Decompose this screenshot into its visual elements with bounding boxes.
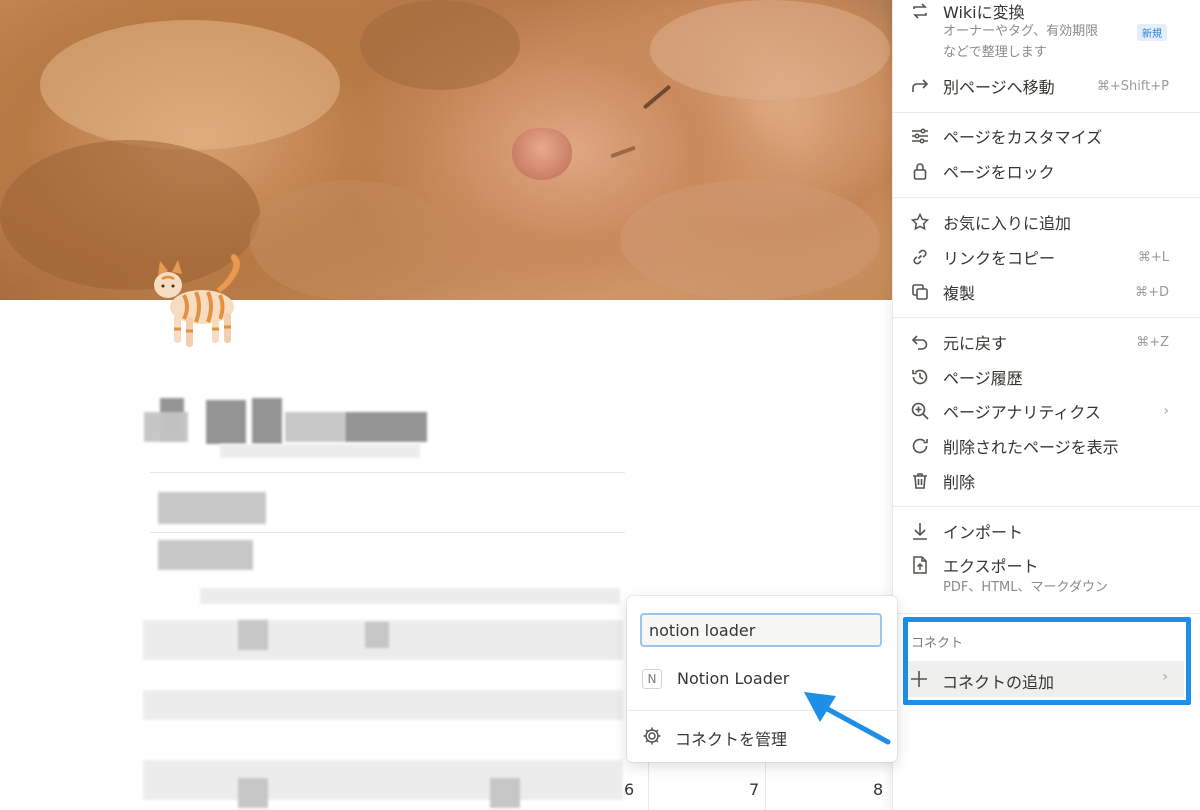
menu-item-import[interactable]: インポート bbox=[893, 514, 1200, 548]
calendar-day: 8 bbox=[873, 780, 884, 799]
property-row-blurred-2[interactable] bbox=[158, 540, 253, 570]
analytics-zoom-icon bbox=[909, 400, 931, 422]
notion-loader-logo-icon: N bbox=[642, 669, 662, 689]
sliders-icon bbox=[909, 125, 931, 147]
new-badge: 新規 bbox=[1137, 24, 1167, 41]
menu-item-lock-page[interactable]: ページをロック bbox=[893, 154, 1200, 188]
calendar-divider bbox=[648, 762, 649, 810]
undo-icon bbox=[909, 331, 931, 353]
chevron-right-icon: › bbox=[1163, 403, 1169, 419]
menu-item-export[interactable]: エクスポート bbox=[893, 548, 1200, 582]
menu-divider bbox=[893, 112, 1200, 113]
link-icon bbox=[909, 246, 931, 268]
move-arrow-icon bbox=[909, 75, 931, 97]
calendar-day: 7 bbox=[749, 780, 760, 799]
menu-divider bbox=[893, 317, 1200, 318]
property-row-blurred[interactable] bbox=[158, 492, 266, 524]
calendar-divider bbox=[765, 762, 766, 810]
menu-item-undo[interactable]: 元に戻す ⌘+Z bbox=[893, 325, 1200, 359]
menu-item-delete[interactable]: 削除 bbox=[893, 464, 1200, 498]
gear-icon bbox=[641, 725, 663, 747]
menu-divider bbox=[893, 613, 1200, 614]
cat-nose bbox=[512, 128, 572, 180]
menu-item-customize-page[interactable]: ページをカスタマイズ bbox=[893, 119, 1200, 153]
cat-eye bbox=[642, 84, 672, 110]
menu-item-show-deleted[interactable]: 削除されたページを表示 bbox=[893, 429, 1200, 463]
cat-page-icon[interactable] bbox=[150, 245, 250, 355]
lock-icon bbox=[909, 160, 931, 182]
restore-icon bbox=[909, 435, 931, 457]
menu-item-move-to[interactable]: 別ページへ移動 ⌘+Shift+P bbox=[893, 69, 1200, 103]
export-icon bbox=[909, 554, 931, 576]
import-icon bbox=[909, 520, 931, 542]
menu-item-add-favorite[interactable]: お気に入りに追加 bbox=[893, 205, 1200, 239]
connection-search-input[interactable] bbox=[640, 613, 882, 647]
menu-divider bbox=[893, 506, 1200, 507]
menu-item-page-analytics[interactable]: ページアナリティクス › bbox=[893, 394, 1200, 428]
menu-item-duplicate[interactable]: 複製 ⌘+D bbox=[893, 275, 1200, 309]
star-icon bbox=[909, 211, 931, 233]
menu-item-convert-wiki-subtitle-2: などで整理します bbox=[943, 45, 1047, 60]
menu-item-export-subtitle: PDF、HTML、マークダウン bbox=[943, 580, 1108, 595]
cat-eye-lower bbox=[610, 145, 636, 159]
highlight-annotation-box bbox=[903, 617, 1191, 705]
menu-divider bbox=[893, 197, 1200, 198]
wiki-convert-icon bbox=[909, 0, 931, 22]
history-icon bbox=[909, 366, 931, 388]
duplicate-icon bbox=[909, 281, 931, 303]
menu-item-page-history[interactable]: ページ履歴 bbox=[893, 360, 1200, 394]
trash-icon bbox=[909, 470, 931, 492]
annotation-arrow-icon bbox=[804, 692, 891, 745]
menu-item-copy-link[interactable]: リンクをコピー ⌘+L bbox=[893, 240, 1200, 274]
menu-item-convert-wiki-subtitle: オーナーやタグ、有効期限 bbox=[943, 24, 1099, 39]
calendar-day: 6 bbox=[624, 780, 635, 799]
